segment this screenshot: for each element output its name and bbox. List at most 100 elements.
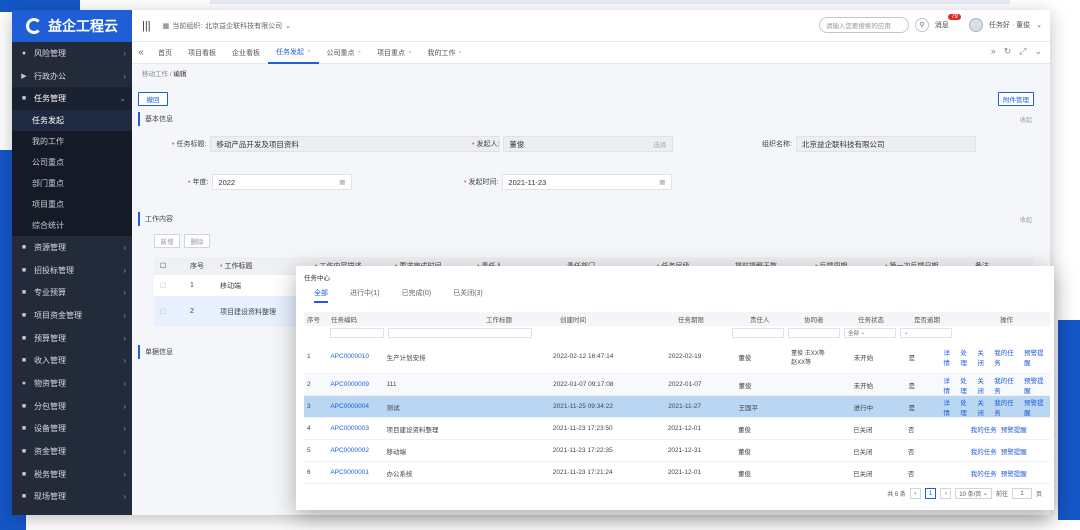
action-my-task[interactable]: 我的任务 (971, 424, 997, 434)
action-my-task[interactable]: 我的任务 (994, 347, 1020, 367)
sidebar-item-capital[interactable]: ■ 资金管理 › (12, 440, 132, 463)
sidebar-item-subcontract[interactable]: ■ 分包管理 › (12, 395, 132, 418)
goto-page-input[interactable]: 1 (1011, 488, 1032, 499)
sidebar-item-resource[interactable]: ■ 资源管理 › (12, 236, 132, 259)
status-filter-select[interactable]: 全部 ⌄ (844, 328, 896, 338)
action-handle[interactable]: 处理 (960, 347, 973, 367)
action-close[interactable]: 关闭 (977, 375, 990, 395)
messages[interactable]: 消息 79 (935, 14, 961, 30)
row-title[interactable]: 项目建设资料整理 (214, 307, 309, 317)
action-handle[interactable]: 处理 (960, 397, 973, 417)
action-detail[interactable]: 详情 (943, 397, 956, 417)
sidebar-item-budget-pro[interactable]: ■ 专业预算 › (12, 281, 132, 304)
sidebar-sub-my-work[interactable]: 我的工作 (12, 131, 132, 153)
calendar-icon[interactable]: ▦ (659, 178, 665, 186)
task-code[interactable]: APC0000004 (327, 403, 383, 410)
action-close[interactable]: 关闭 (977, 397, 990, 417)
hamburger-icon[interactable]: ||| (142, 20, 151, 32)
title-filter-input[interactable] (388, 328, 532, 338)
tab-done[interactable]: 已完成(0) (402, 288, 432, 303)
sidebar-item-income[interactable]: ■ 收入管理 › (12, 350, 132, 373)
sidebar-item-bidding[interactable]: ■ 招投标管理 › (12, 259, 132, 282)
sidebar-sub-project[interactable]: 项目重点 (12, 194, 132, 216)
tab-project-focus[interactable]: 项目重点 × (369, 42, 420, 64)
code-filter-input[interactable] (330, 328, 384, 338)
table-row[interactable]: 1 APC0000010 生产计划安排 2022-02-12 16:47:14 … (304, 340, 1050, 374)
task-code[interactable]: APC0000001 (327, 469, 383, 476)
tab-enterprise-board[interactable]: 企业看板 (224, 42, 268, 64)
chevron-down-icon[interactable]: ⌄ (1036, 21, 1042, 29)
action-alert[interactable]: 预警提醒 (1001, 446, 1027, 456)
close-icon[interactable]: × (307, 49, 311, 55)
tab-company-focus[interactable]: 公司重点 × (319, 42, 370, 64)
expand-icon[interactable]: ⤢ (1019, 46, 1026, 57)
start-time-field[interactable]: 2021-11-23 ▦ (502, 174, 673, 190)
action-detail[interactable]: 详情 (944, 347, 957, 367)
add-row-button[interactable]: 新增 (154, 234, 180, 248)
action-my-task[interactable]: 我的任务 (971, 468, 997, 478)
task-title-field[interactable]: 移动产品开发及项目资料 (210, 136, 501, 152)
task-code[interactable]: APC0000002 (327, 447, 383, 454)
task-code[interactable]: APC0000010 (327, 353, 383, 360)
action-my-task[interactable]: 我的任务 (994, 397, 1020, 417)
tab-task-start[interactable]: 任务发起 × (268, 42, 319, 64)
sidebar-sub-company[interactable]: 公司重点 (12, 152, 132, 174)
calendar-icon[interactable]: ▦ (339, 178, 345, 186)
checkbox-icon[interactable]: ☐ (154, 262, 184, 270)
overdue-filter-select[interactable]: ⌄ (900, 328, 952, 338)
sidebar-item-funds[interactable]: ■ 项目资金管理 › (12, 304, 132, 327)
breadcrumb-parent[interactable]: 移动工作 (142, 71, 168, 78)
sidebar-item-equipment[interactable]: ■ 设备管理 › (12, 418, 132, 441)
sidebar-sub-stats[interactable]: 综合统计 (12, 215, 132, 237)
action-my-task[interactable]: 我的任务 (994, 375, 1020, 395)
tab-my-work[interactable]: 我的工作 × (420, 42, 471, 64)
assist-filter-input[interactable] (788, 328, 840, 338)
tab-scroll-right-icon[interactable]: » (991, 46, 996, 57)
initiator-field[interactable]: 董俊 选择 (503, 136, 674, 152)
action-close[interactable]: 关闭 (977, 347, 990, 367)
action-alert[interactable]: 预警提醒 (1001, 468, 1027, 478)
close-icon[interactable]: × (459, 50, 463, 56)
chevron-down-icon[interactable]: ⌄ (1034, 46, 1042, 57)
checkbox-icon[interactable]: ☐ (154, 282, 184, 290)
action-alert[interactable]: 预警提醒 (1024, 397, 1050, 417)
table-row[interactable]: 2 APC0000009 111 2022-01-07 09:17:08 202… (304, 374, 1050, 396)
owner-filter-input[interactable] (732, 328, 784, 338)
action-detail[interactable]: 详情 (943, 375, 956, 395)
tab-all[interactable]: 全部 (314, 288, 328, 303)
brand[interactable]: 益企工程云 (12, 10, 132, 42)
close-icon[interactable]: × (408, 50, 412, 56)
withdraw-button[interactable]: 撤回 (138, 92, 168, 106)
search-icon[interactable]: ⚲ (914, 18, 929, 32)
tab-in-progress[interactable]: 进行中(1) (350, 288, 380, 303)
search-input[interactable]: 请输入您要搜索的应用 (818, 17, 909, 33)
table-row-selected[interactable]: 3 APC0000004 测试 2021-11-25 09:34:22 2021… (304, 396, 1050, 418)
tab-project-board[interactable]: 项目看板 (180, 42, 224, 64)
action-alert[interactable]: 预警提醒 (1001, 424, 1027, 434)
close-icon[interactable]: × (358, 50, 362, 56)
page-number[interactable]: 1 (924, 488, 937, 499)
initiator-select-button[interactable]: 选择 (653, 139, 666, 149)
table-row[interactable]: 5 APC0000002 移动端 2021-11-23 17:22:35 202… (304, 440, 1050, 462)
user-name[interactable]: 任务好 · 董俊 (989, 20, 1030, 30)
task-code[interactable]: APC0000009 (327, 381, 383, 388)
action-alert[interactable]: 预警提醒 (1024, 375, 1050, 395)
tab-scroll-left-icon[interactable]: « (132, 47, 150, 58)
row-title[interactable]: 移动端 (214, 281, 309, 291)
tab-home[interactable]: 首页 (150, 42, 180, 64)
sidebar-item-task[interactable]: ■ 任务管理 ⌄ (12, 87, 132, 111)
sidebar-sub-department[interactable]: 部门重点 (12, 173, 132, 195)
sidebar-item-risk[interactable]: ● 风险管理 › (12, 42, 132, 65)
task-code[interactable]: APC0000003 (327, 425, 383, 432)
refresh-icon[interactable]: ↻ (1004, 46, 1012, 57)
action-alert[interactable]: 预警提醒 (1024, 347, 1050, 367)
sidebar-item-budget[interactable]: ■ 预算管理 › (12, 327, 132, 350)
sidebar-item-office[interactable]: ▶ 行政办公 › (12, 65, 132, 88)
attachments-button[interactable]: 附件管理 (998, 92, 1034, 106)
prev-page-button[interactable]: ‹ (909, 488, 921, 499)
checkbox-icon[interactable]: ☐ (154, 308, 184, 316)
sidebar-item-material[interactable]: ● 物资管理 › (12, 372, 132, 395)
action-my-task[interactable]: 我的任务 (971, 446, 997, 456)
fold-toggle[interactable]: 收起 (1020, 115, 1032, 124)
delete-row-button[interactable]: 删除 (184, 234, 210, 248)
